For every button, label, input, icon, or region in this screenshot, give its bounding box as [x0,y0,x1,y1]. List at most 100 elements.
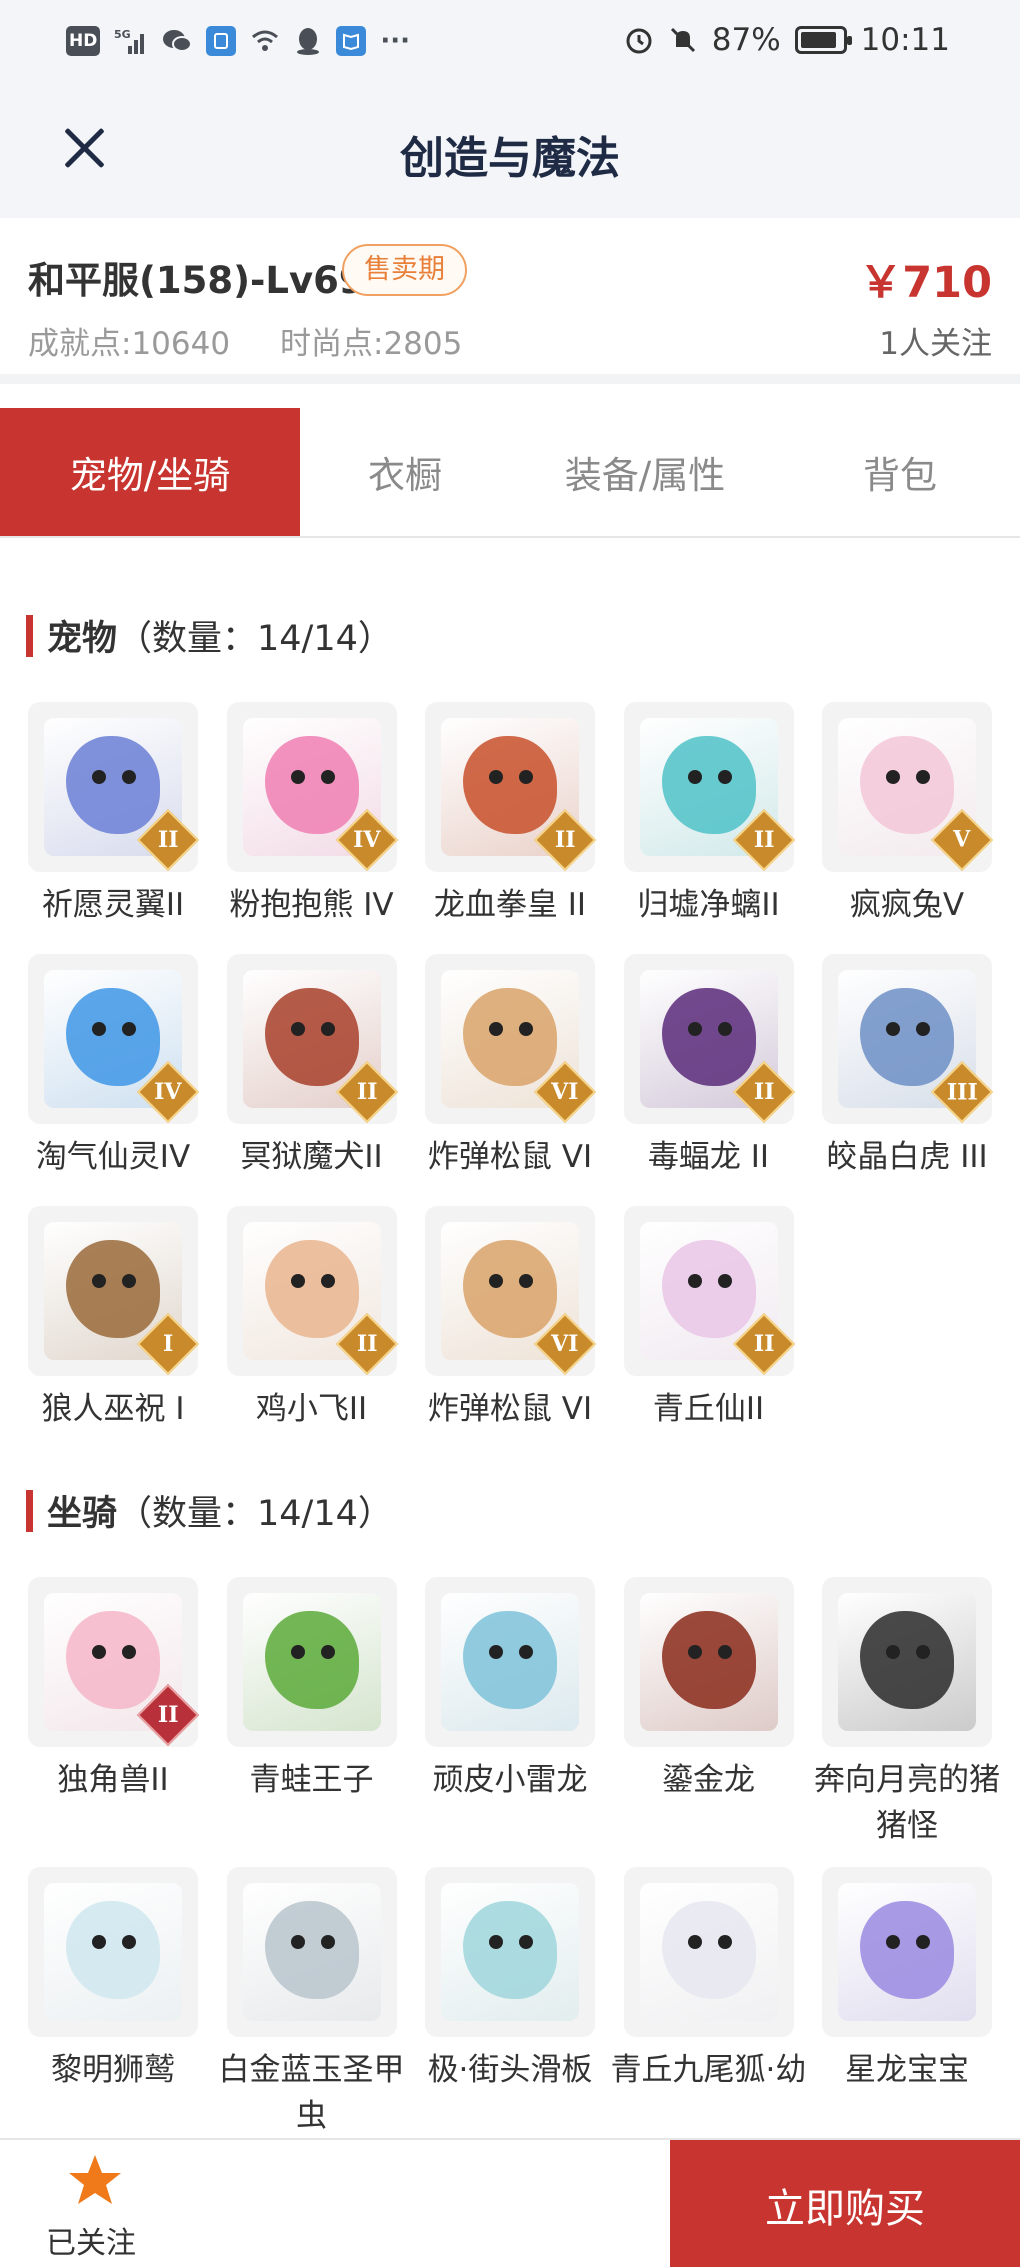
list-item[interactable]: 青蛙王子 [226,1577,397,1849]
item-thumbnail [425,1577,595,1747]
list-item[interactable]: II 冥狱魔犬II [226,954,398,1180]
creature-image [242,1593,381,1731]
list-item[interactable]: 鎏金龙 [623,1577,794,1849]
app-icon [206,26,237,56]
item-thumbnail [28,1867,198,2037]
item-thumbnail [226,1867,397,2037]
book-icon [336,26,367,56]
section-label: 宠物 [47,619,118,659]
list-item[interactable]: 白金蓝玉圣甲虫 [219,1867,405,2139]
page-title: 创造与魔法 [400,133,620,184]
item-name: 淘气仙灵IV [35,1139,191,1175]
item-thumbnail [822,1867,992,2037]
item-name: 毒蝠龙 II [647,1139,770,1175]
tier-label: II [753,1331,774,1357]
list-item[interactable]: II 龙血拳皇 II [425,702,597,928]
alarm-icon [626,28,652,54]
creature-image [639,1593,778,1731]
item-thumbnail: VI [425,1206,597,1376]
list-item[interactable]: V 疯疯兔V [822,702,994,928]
item-name: 疯疯兔V [849,887,965,923]
tier-label: II [753,1079,774,1105]
buy-now-button[interactable]: 立即购买 [670,2140,1020,2267]
tab-wardrobe[interactable]: 衣橱 [300,408,510,536]
list-item[interactable]: VI 炸弹松鼠 VI [425,1206,597,1432]
item-thumbnail: II [226,954,398,1124]
creature-image [838,1593,976,1731]
tier-label: II [753,827,774,853]
item-thumbnail: III [822,954,994,1124]
mounts-section-title: 坐骑 （数量：14/14） [26,1485,393,1536]
tab-backpack[interactable]: 背包 [780,408,1020,536]
item-thumbnail [226,1577,397,1747]
item-name: 青丘仙II [652,1391,765,1427]
list-item[interactable]: 黎明狮鹫 [28,1867,198,2139]
list-item[interactable]: II 独角兽II [28,1577,200,1849]
list-item[interactable]: II 鸡小飞II [226,1206,398,1432]
battery-icon [794,26,852,54]
mute-icon [670,27,695,53]
item-thumbnail: I [28,1206,200,1376]
item-name: 皎晶白虎 III [826,1139,988,1175]
list-item[interactable]: II 祈愿灵翼II [28,702,200,928]
item-name: 鸡小飞II [255,1391,368,1427]
star-icon[interactable] [66,2152,124,2210]
item-name: 炸弹松鼠 VI [427,1139,593,1175]
tab-pets-mounts[interactable]: 宠物/坐骑 [0,408,300,536]
follow-label[interactable]: 已关注 [46,2218,136,2262]
battery-fill [800,32,836,48]
tier-label: II [356,1331,377,1357]
status-bar: HD 5G ··· 87% 10:11 [0,0,1020,88]
list-item[interactable]: 顽皮小雷龙 [425,1577,595,1849]
pets-section-title: 宠物 （数量：14/14） [26,610,393,661]
item-thumbnail: V [822,702,994,872]
item-name: 祈愿灵翼II [41,887,185,923]
creature-image [639,1883,778,2021]
tab-equipment[interactable]: 装备/属性 [510,408,780,536]
creature-image [242,1883,381,2021]
tier-label: V [953,826,971,853]
list-item[interactable]: 极·街头滑板 [425,1867,595,2139]
tier-label: VI [551,1331,579,1357]
item-thumbnail: II [623,954,795,1124]
item-thumbnail: II [623,1206,795,1376]
list-item[interactable]: I 狼人巫祝 I [28,1206,200,1432]
follower-count: 1人关注 [879,326,992,362]
tier-label: II [157,1702,179,1728]
list-item[interactable]: VI 炸弹松鼠 VI [425,954,597,1180]
qq-icon [294,26,322,56]
list-item[interactable]: IV 粉抱抱熊 IV [226,702,398,928]
list-item[interactable]: 奔向月亮的猪猪怪 [814,1577,1000,1849]
network-label: 5G [114,28,131,41]
account-summary: 和平服(158)-Lv69 售卖期 成就点:10640 时尚点:2805 ￥71… [0,218,1020,384]
item-thumbnail [425,1867,595,2037]
list-item[interactable]: III 皎晶白虎 III [822,954,994,1180]
item-name: 星龙宝宝 [845,2052,969,2088]
tier-label: II [356,1079,377,1105]
pets-grid: II 祈愿灵翼II IV 粉抱抱熊 IV II 龙血拳皇 II II 归墟净螭II V 疯疯兔V I… [28,702,994,1432]
mounts-grid: II 独角兽II 青蛙王子 顽皮小雷龙 鎏金龙 奔向月亮的猪猪怪黎明狮鹫 白金蓝玉圣甲虫 极·… [28,1577,1000,2139]
item-thumbnail: IV [226,702,398,872]
item-name: 顽皮小雷龙 [432,1762,588,1798]
list-item[interactable]: II 毒蝠龙 II [623,954,795,1180]
item-thumbnail [623,1867,794,2037]
item-name: 青蛙王子 [249,1762,374,1798]
list-item[interactable]: II 归墟净螭II [623,702,795,928]
header: 创造与魔法 [0,88,1020,218]
list-item[interactable]: 星龙宝宝 [822,1867,992,2139]
item-name: 粉抱抱熊 IV [229,887,394,923]
item-name: 独角兽II [57,1762,169,1798]
list-item[interactable]: 青丘九尾狐·幼 [611,1867,806,2139]
bottom-bar: 已关注 立即购买 [0,2138,1020,2267]
item-thumbnail: II [28,702,200,872]
list-item[interactable]: IV 淘气仙灵IV [28,954,200,1180]
tier-label: I [162,1330,174,1357]
list-item[interactable]: II 青丘仙II [623,1206,795,1432]
more-notifications-icon: ··· [380,26,410,56]
section-count: （数量：14/14） [117,1494,393,1534]
creature-image [441,1883,579,2021]
item-thumbnail: II [28,1577,200,1747]
wechat-icon [162,26,193,56]
tier-label: III [946,1079,978,1105]
item-thumbnail: II [623,702,795,872]
